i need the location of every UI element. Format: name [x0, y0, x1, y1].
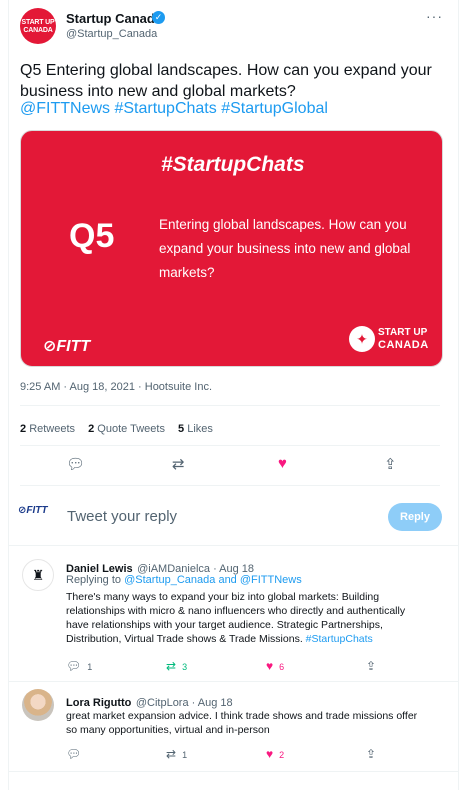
share-icon[interactable]: ⇪ [366, 659, 376, 673]
verified-icon: ✓ [152, 11, 165, 24]
reply-author-name[interactable]: Lora Rigutto [66, 697, 131, 709]
tweet-timestamp[interactable]: 9:25 AM · Aug 18, 2021 · Hootsuite Inc. [20, 381, 212, 393]
reply-button[interactable]: Reply [388, 503, 442, 531]
replying-to-links[interactable]: @Startup_Canada and @FITTNews [124, 574, 302, 586]
reply-icon[interactable]: 💬︎ [66, 455, 85, 473]
divider [20, 405, 440, 406]
more-icon[interactable]: ··· [426, 8, 443, 24]
tweet-actions: 💬︎ ⇄ ♥ ⇪ [20, 455, 440, 475]
like-icon[interactable]: ♥ 6 [266, 659, 284, 673]
tweet-media-card[interactable]: #StartupChats Q5 Entering global landsca… [20, 130, 443, 367]
reply-hashtag[interactable]: #StartupChats [306, 633, 373, 645]
divider [20, 445, 440, 446]
startup-canada-logo: ✦ START UP CANADA [349, 324, 429, 356]
quotes-stat[interactable]: 2 Quote Tweets [88, 423, 165, 435]
reply-text: There's many ways to expand your biz int… [66, 591, 406, 645]
reply-icon[interactable]: 💬︎ 1 [66, 659, 92, 673]
logo-line2: CANADA [378, 339, 429, 351]
divider [8, 545, 459, 546]
composer-avatar[interactable]: ⊘FITT [18, 505, 54, 529]
reply-icon[interactable]: 💬︎ [66, 747, 87, 761]
tweet-stats: 2 Retweets 2 Quote Tweets 5 Likes [20, 423, 223, 435]
card-hashtag: #StartupChats [161, 153, 305, 176]
like-icon[interactable]: ♥ 2 [266, 747, 284, 761]
likes-stat[interactable]: 5 Likes [178, 423, 213, 435]
card-question-number: Q5 [69, 217, 115, 255]
divider [8, 681, 459, 682]
retweets-stat[interactable]: 2 Retweets [20, 423, 75, 435]
like-icon[interactable]: ♥ [278, 455, 287, 472]
reply-text: great market expansion advice. I think t… [66, 710, 418, 736]
retweet-icon[interactable]: ⇄ 3 [166, 659, 187, 673]
reply-meta[interactable]: @CitpLora · Aug 18 [136, 697, 233, 709]
tweet-text: Q5 Entering global landscapes. How can y… [20, 62, 432, 100]
divider [20, 485, 440, 486]
replying-to: Replying to @Startup_Canada and @FITTNew… [66, 574, 302, 586]
divider [8, 771, 459, 772]
daniel-lewis-avatar[interactable]: ♜ [22, 559, 54, 591]
tweet-hashtags[interactable]: @FITTNews #StartupChats #StartupGlobal [20, 100, 328, 118]
author-handle[interactable]: @Startup_Canada [66, 28, 157, 40]
maple-leaf-icon: ✦ [349, 326, 375, 352]
card-question-text: Entering global landscapes. How can you … [159, 217, 411, 280]
reply-input[interactable]: Tweet your reply [67, 508, 177, 525]
author-name[interactable]: Startup Canada [66, 11, 162, 26]
startup-canada-avatar[interactable]: START UP CANADA [20, 8, 56, 44]
logo-line1: START UP [378, 327, 428, 338]
retweet-icon[interactable]: ⇄ [172, 455, 185, 473]
fitt-logo: ⊘FITT [43, 338, 91, 355]
retweet-icon[interactable]: ⇄ 1 [166, 747, 187, 761]
lora-rigutto-avatar[interactable] [22, 689, 54, 721]
share-icon[interactable]: ⇪ [384, 455, 397, 473]
share-icon[interactable]: ⇪ [366, 747, 376, 761]
